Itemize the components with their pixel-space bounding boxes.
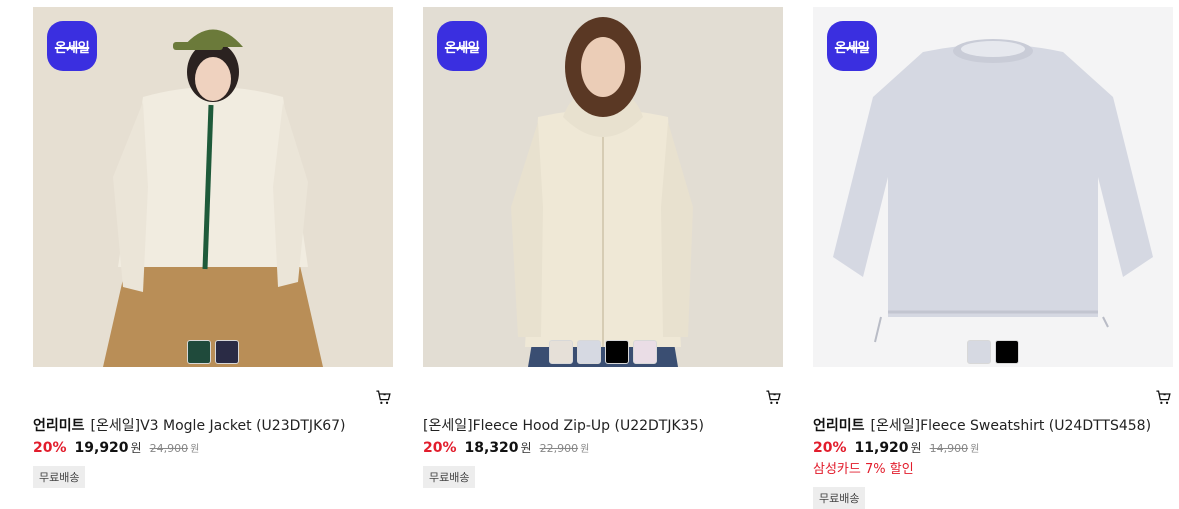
product-image[interactable]: 온세일 [33,7,393,367]
product-name[interactable]: [온세일]Fleece Hood Zip-Up (U22DTJK35) [423,418,704,434]
product-name[interactable]: [온세일]V3 Mogle Jacket (U23DTJK67) [91,418,346,434]
sale-price: 18,320 [464,440,519,456]
product-image[interactable]: 온세일 [423,7,783,367]
product-name[interactable]: [온세일]Fleece Sweatshirt (U24DTTS458) [871,418,1152,434]
swatch-black[interactable] [605,340,629,364]
card-promo-text: 삼성카드 7% 할인 [813,462,914,477]
free-shipping-tag: 무료배송 [423,466,476,488]
sale-price: 11,920 [854,440,909,456]
product-title[interactable]: [온세일]Fleece Hood Zip-Up (U22DTJK35) [423,417,783,435]
currency: 원 [520,441,532,455]
product-card[interactable]: 온세일 언리미트 [온세일]V3 Mogle Jacket (U23DTJK67)… [33,7,393,488]
swatch-pink[interactable] [633,340,657,364]
price-line: 20% 19,920 원 24,900 원 [33,439,393,456]
price-line: 20% 11,920 원 14,900 원 [813,439,1173,456]
original-price: 22,900 [539,442,579,455]
color-swatches [423,340,783,364]
original-currency: 원 [970,444,980,455]
brand-name[interactable]: 언리미트 [33,418,85,434]
color-swatches [33,340,393,364]
swatch-light-gray[interactable] [577,340,601,364]
original-price: 24,900 [149,442,189,455]
cart-icon[interactable] [765,389,782,406]
sale-price: 19,920 [74,440,129,456]
discount-rate: 20% [813,440,847,456]
product-card[interactable]: 온세일 언리미트 [온세일]Fleece Sweatshirt (U24DTTS4… [813,7,1173,509]
product-image[interactable]: 온세일 [813,7,1173,367]
currency: 원 [910,441,922,455]
original-currency: 원 [190,444,200,455]
original-currency: 원 [580,444,590,455]
discount-rate: 20% [423,440,457,456]
cart-icon[interactable] [375,389,392,406]
on-sale-badge: 온세일 [827,21,877,71]
original-price: 14,900 [929,442,969,455]
discount-rate: 20% [33,440,67,456]
swatch-black[interactable] [995,340,1019,364]
on-sale-badge: 온세일 [47,21,97,71]
price-line: 20% 18,320 원 22,900 원 [423,439,783,456]
on-sale-badge: 온세일 [437,21,487,71]
product-title[interactable]: 언리미트 [온세일]V3 Mogle Jacket (U23DTJK67) [33,417,393,435]
swatch-navy[interactable] [215,340,239,364]
swatch-dark-green[interactable] [187,340,211,364]
brand-name[interactable]: 언리미트 [813,418,865,434]
color-swatches [813,340,1173,364]
currency: 원 [130,441,142,455]
cart-icon[interactable] [1155,389,1172,406]
swatch-light-gray[interactable] [967,340,991,364]
free-shipping-tag: 무료배송 [33,466,86,488]
swatch-cream[interactable] [549,340,573,364]
product-title[interactable]: 언리미트 [온세일]Fleece Sweatshirt (U24DTTS458) [813,417,1173,435]
product-card[interactable]: 온세일 [온세일]Fleece Hood Zip-Up (U22DTJK35) … [423,7,783,488]
